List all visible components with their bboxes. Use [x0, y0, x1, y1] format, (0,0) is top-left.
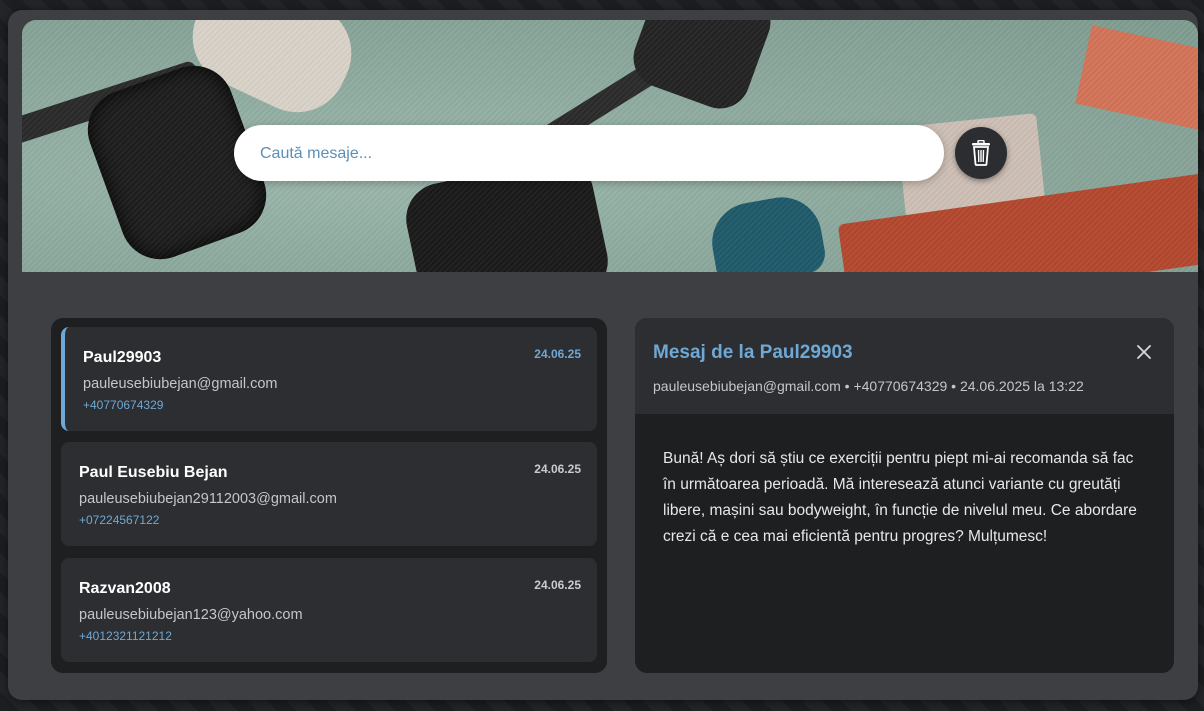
message-list: Paul29903 pauleusebiubejan@gmail.com +40… [51, 318, 607, 673]
sender-email: pauleusebiubejan@gmail.com [83, 376, 278, 392]
message-list-item[interactable]: Paul Eusebiu Bejan pauleusebiubejan29112… [61, 442, 597, 546]
sender-email: pauleusebiubejan123@yahoo.com [79, 607, 303, 623]
trash-icon [972, 140, 990, 166]
message-date: 24.06.25 [534, 462, 581, 476]
sender-phone: +40770674329 [83, 398, 164, 412]
message-date: 24.06.25 [534, 578, 581, 592]
message-date: 24.06.25 [534, 347, 581, 361]
sender-name: Razvan2008 [79, 580, 171, 597]
message-body: Bună! Aș dori să știu ce exerciții pentr… [663, 450, 1137, 545]
message-detail-meta: pauleusebiubejan@gmail.com • +4077067432… [653, 378, 1084, 394]
sender-name: Paul Eusebiu Bejan [79, 464, 228, 481]
message-detail-header: Mesaj de la Paul29903 pauleusebiubejan@g… [635, 318, 1174, 414]
sender-phone: +4012321121212 [79, 629, 172, 643]
message-detail-title: Mesaj de la Paul29903 [653, 342, 853, 363]
search-input[interactable] [258, 125, 922, 183]
sender-phone: +07224567122 [79, 513, 160, 527]
sender-email: pauleusebiubejan29112003@gmail.com [79, 491, 337, 507]
message-list-item[interactable]: Razvan2008 pauleusebiubejan123@yahoo.com… [61, 558, 597, 662]
sender-name: Paul29903 [83, 349, 162, 366]
message-detail: Mesaj de la Paul29903 pauleusebiubejan@g… [635, 318, 1174, 673]
delete-button[interactable] [955, 127, 1007, 179]
close-button[interactable] [1132, 340, 1156, 364]
close-icon [1137, 345, 1151, 359]
message-list-item[interactable]: Paul29903 pauleusebiubejan@gmail.com +40… [61, 327, 597, 431]
search-bar [234, 125, 944, 183]
messages-app: Paul29903 pauleusebiubejan@gmail.com +40… [8, 10, 1198, 700]
